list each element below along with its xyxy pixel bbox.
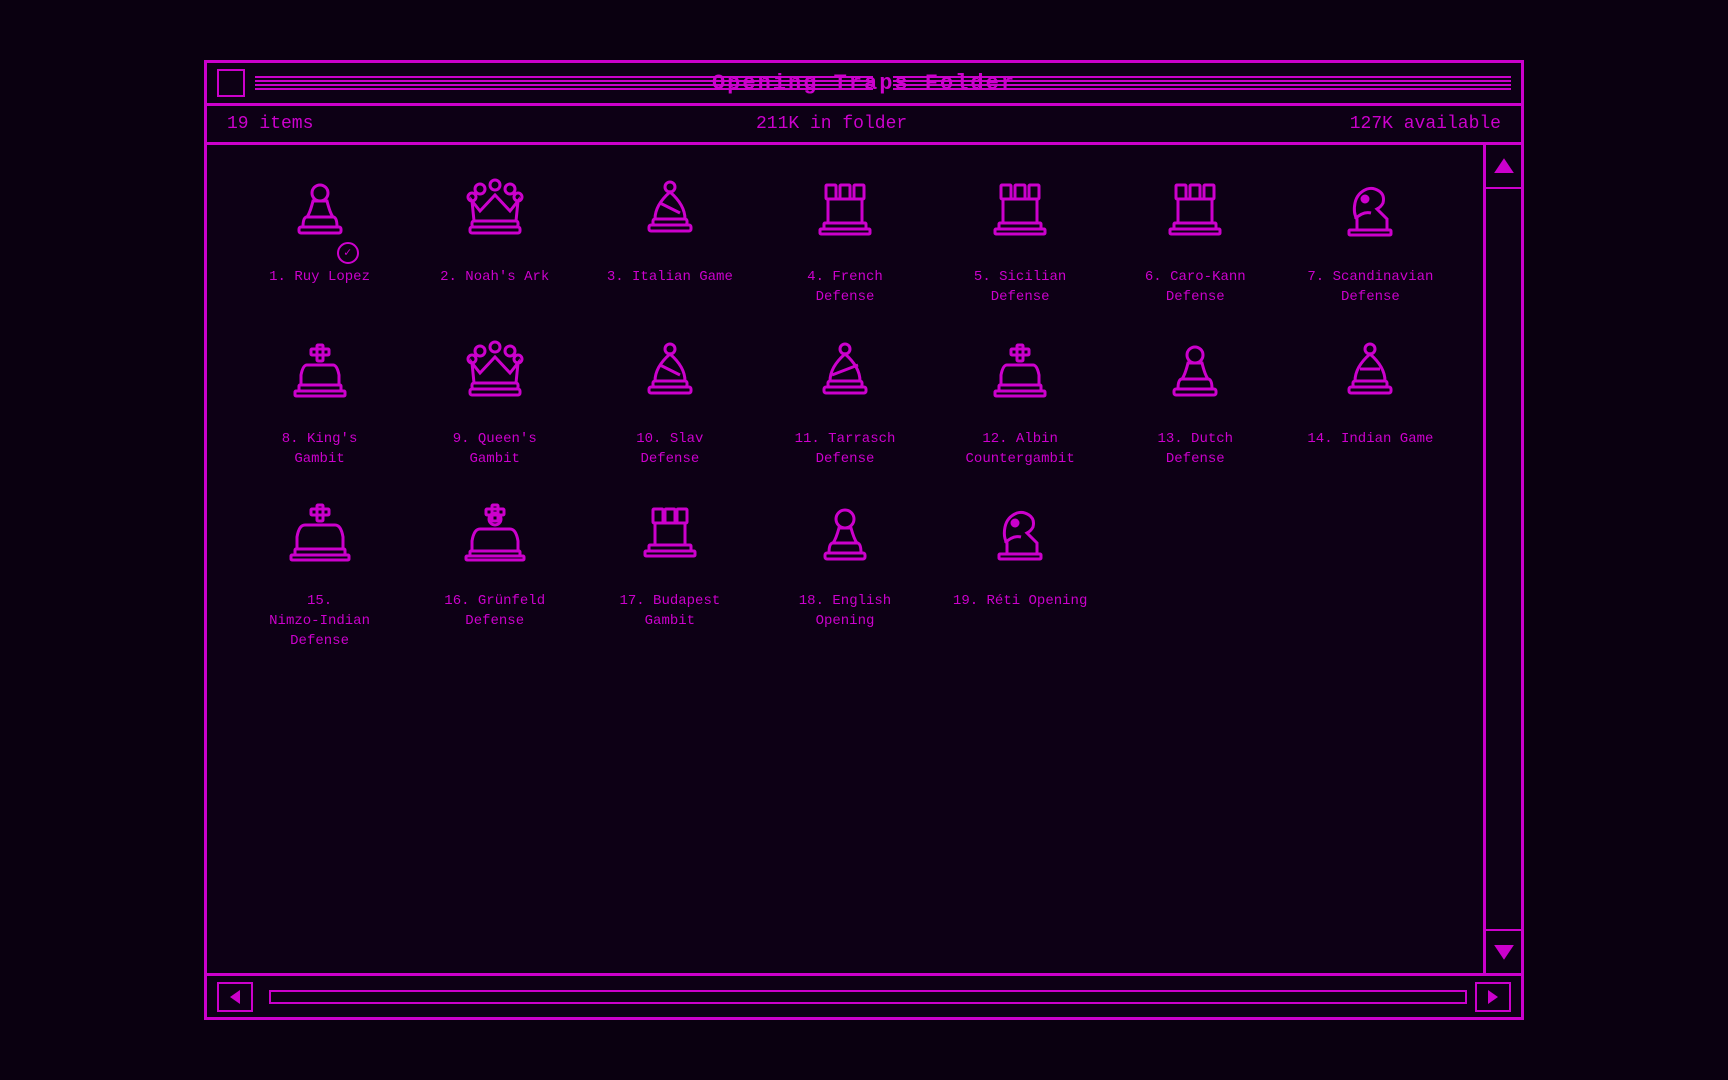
pawn-icon: ✓ (285, 175, 355, 260)
list-item[interactable]: 19. Réti Opening (938, 499, 1103, 651)
item-label: 10. Slav Defense (636, 430, 703, 469)
list-item[interactable]: 3. Italian Game (587, 175, 752, 307)
item-label: 18. English Opening (799, 592, 891, 631)
scroll-right-button[interactable] (1475, 982, 1511, 1012)
item-label: 19. Réti Opening (953, 592, 1087, 612)
bishop2-icon (635, 337, 705, 422)
scroll-down-button[interactable] (1485, 929, 1522, 973)
list-item[interactable]: 6. Caro-Kann Defense (1113, 175, 1278, 307)
list-item[interactable]: 10. Slav Defense (587, 337, 752, 469)
list-item[interactable]: 7. Scandinavian Defense (1288, 175, 1453, 307)
item-label: 12. Albin Countergambit (966, 430, 1075, 469)
list-item[interactable]: 17. Budapest Gambit (587, 499, 752, 651)
items-count: 19 items (227, 114, 313, 134)
item-label: 7. Scandinavian Defense (1307, 268, 1433, 307)
item-label: 17. Budapest Gambit (619, 592, 720, 631)
scrollbar (1483, 145, 1521, 973)
list-item[interactable]: 15. Nimzo-Indian Defense (237, 499, 402, 651)
item-label: 11. Tarrasch Defense (795, 430, 896, 469)
item-label: 3. Italian Game (607, 268, 733, 288)
window-title: Opening Traps Folder (712, 71, 1016, 96)
item-label: 8. King's Gambit (282, 430, 358, 469)
bottom-bar (207, 973, 1521, 1017)
list-item[interactable]: 18. English Opening (762, 499, 927, 651)
item-label: 6. Caro-Kann Defense (1145, 268, 1246, 307)
list-item[interactable]: 9. Queen's Gambit (412, 337, 577, 469)
content-area: ✓ 1. Ruy Lopez (207, 145, 1483, 973)
items-grid: ✓ 1. Ruy Lopez (237, 165, 1453, 661)
scroll-left-button[interactable] (217, 982, 253, 1012)
list-item[interactable]: 4. French Defense (762, 175, 927, 307)
available-space: 127K available (1350, 114, 1501, 134)
item-label: 16. Grünfeld Defense (444, 592, 545, 631)
list-item[interactable]: 8. King's Gambit (237, 337, 402, 469)
item-label: 15. Nimzo-Indian Defense (269, 592, 370, 651)
knight-icon (1335, 175, 1405, 260)
item-label: 2. Noah's Ark (440, 268, 549, 288)
list-item[interactable]: 16. Grünfeld Defense (412, 499, 577, 651)
status-bar: 19 items 211K in folder 127K available (207, 106, 1521, 145)
item-label: 9. Queen's Gambit (453, 430, 537, 469)
rook3-icon (1160, 175, 1230, 260)
list-item[interactable]: 5. Sicilian Defense (938, 175, 1103, 307)
queen-icon (460, 175, 530, 260)
list-item[interactable]: ✓ 1. Ruy Lopez (237, 175, 402, 307)
king2-icon (985, 337, 1055, 422)
title-bar: Opening Traps Folder (207, 63, 1521, 106)
rook4-icon (635, 499, 705, 584)
item-label: 14. Indian Game (1307, 430, 1433, 450)
list-item[interactable]: 13. Dutch Defense (1113, 337, 1278, 469)
item-label: 13. Dutch Defense (1157, 430, 1233, 469)
item-label: 1. Ruy Lopez (269, 268, 370, 288)
rook-icon (810, 175, 880, 260)
folder-size: 211K in folder (756, 114, 907, 134)
king4-icon (460, 499, 530, 584)
window-icon-box[interactable] (217, 69, 245, 97)
king-icon (285, 337, 355, 422)
rook2-icon (985, 175, 1055, 260)
list-item[interactable]: 14. Indian Game (1288, 337, 1453, 469)
knight2-icon (985, 499, 1055, 584)
main-area: ✓ 1. Ruy Lopez (207, 145, 1521, 973)
scroll-up-button[interactable] (1485, 145, 1522, 189)
king3-icon (285, 499, 355, 584)
bishop4-icon (1335, 337, 1405, 422)
bishop-icon (635, 175, 705, 260)
queen2-icon (460, 337, 530, 422)
list-item[interactable]: 12. Albin Countergambit (938, 337, 1103, 469)
item-label: 5. Sicilian Defense (974, 268, 1066, 307)
item-label: 4. French Defense (807, 268, 883, 307)
scroll-track (1486, 189, 1521, 929)
selected-badge: ✓ (337, 242, 359, 264)
horizontal-scroll-track[interactable] (269, 990, 1467, 1004)
list-item[interactable]: 11. Tarrasch Defense (762, 337, 927, 469)
bishop3-icon (810, 337, 880, 422)
pawn3-icon (810, 499, 880, 584)
pawn2-icon (1160, 337, 1230, 422)
main-window: Opening Traps Folder 19 items 211K in fo… (204, 60, 1524, 1020)
list-item[interactable]: 2. Noah's Ark (412, 175, 577, 307)
